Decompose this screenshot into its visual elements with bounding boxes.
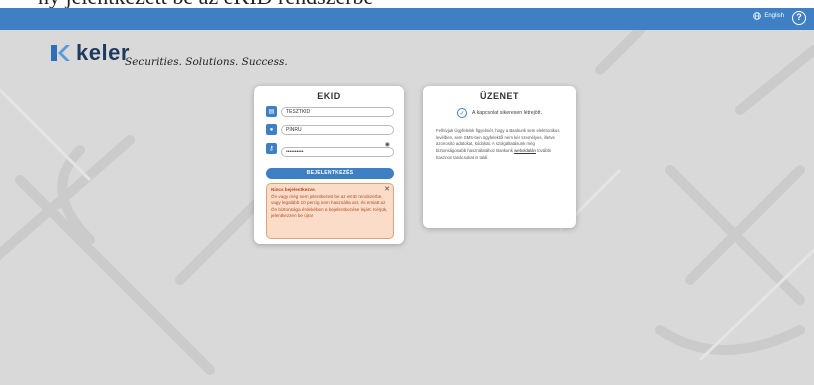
tagline: Securities. Solutions. Success. <box>125 56 288 68</box>
message-body: Felhívjuk Ügyfeleink figyelmét, hogy a B… <box>436 128 563 161</box>
eye-slash-icon[interactable]: ◉ <box>385 141 390 148</box>
login-title: EKID <box>317 91 341 101</box>
alert-title: Nincs bejelentkezve. <box>271 187 316 192</box>
language-selector[interactable]: English <box>753 12 784 20</box>
user-icon: ● <box>266 124 277 135</box>
keler-logo-icon <box>51 45 70 61</box>
message-card: ÜZENET ✓ A kapcsolat sikeresen létrejött… <box>423 86 576 228</box>
background-pattern <box>0 30 814 385</box>
login-button[interactable]: BEJELENTKEZÉS <box>266 168 394 179</box>
close-icon[interactable]: ✕ <box>384 185 390 194</box>
not-logged-in-alert: ✕ Nincs bejelentkezve. Ön vagy még nem j… <box>266 183 394 239</box>
cutoff-text: ny jelentkezett be az eKID rendszerbe <box>0 0 814 8</box>
help-icon[interactable]: ? <box>792 11 806 25</box>
password-row: ⚷ ◉ <box>266 141 394 157</box>
username-row: ▤ <box>266 106 394 117</box>
alert-text: Ön vagy még nem jelentkezett be az eKID … <box>271 194 388 218</box>
message-title: ÜZENET <box>480 91 519 101</box>
connection-status: ✓ A kapcsolat sikeresen létrejött. <box>423 108 576 118</box>
id-card-icon: ▤ <box>266 106 277 117</box>
language-label: English <box>764 13 784 19</box>
status-text: A kapcsolat sikeresen létrejött. <box>471 110 543 116</box>
pin-row: ● <box>266 124 394 135</box>
logo-name: keler <box>76 40 130 65</box>
username-input[interactable] <box>281 106 394 117</box>
globe-icon <box>753 12 762 20</box>
key-icon: ⚷ <box>266 143 277 154</box>
top-bar: English ? <box>0 8 814 30</box>
password-input[interactable] <box>281 146 394 157</box>
check-circle-icon: ✓ <box>456 108 467 118</box>
login-card: EKID ▤ ● ⚷ ◉ BEJELENTKEZÉS ✕ Nincs bejel… <box>254 86 404 244</box>
website-link[interactable]: weboldalán <box>514 148 536 153</box>
keler-logo: keler <box>50 40 130 66</box>
pin-input[interactable] <box>281 124 394 135</box>
